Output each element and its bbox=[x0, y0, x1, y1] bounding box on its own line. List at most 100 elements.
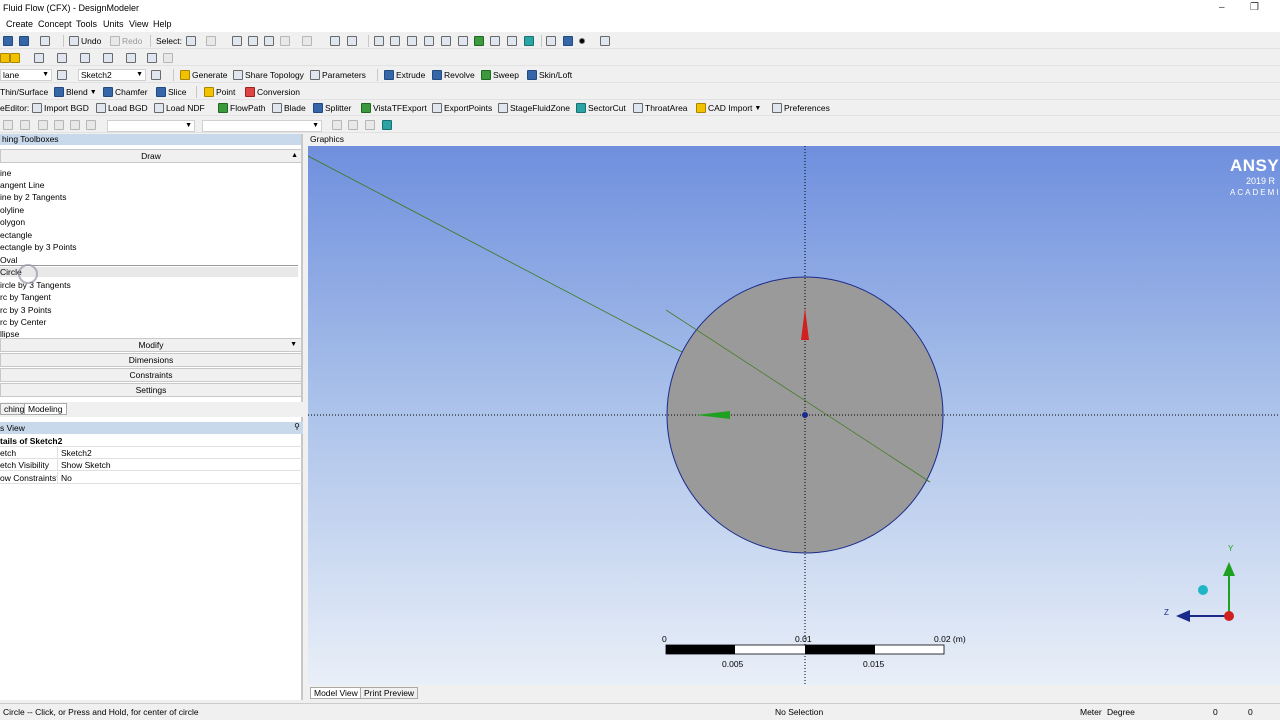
spline-draw-icon[interactable] bbox=[103, 53, 113, 63]
select-face-icon[interactable] bbox=[264, 36, 274, 46]
menu-help[interactable]: Help bbox=[153, 19, 172, 29]
share-topology-button[interactable]: Share Topology bbox=[233, 68, 304, 82]
sweep-button[interactable]: Sweep bbox=[481, 68, 519, 82]
line-draw-icon[interactable] bbox=[34, 53, 44, 63]
draw-section-header[interactable]: Draw ▲ bbox=[0, 149, 302, 163]
menu-tools[interactable]: Tools bbox=[76, 19, 97, 29]
tab-modeling[interactable]: Modeling bbox=[24, 403, 67, 415]
select-mode-icon[interactable] bbox=[186, 36, 196, 46]
new-sketch-icon[interactable] bbox=[151, 70, 161, 80]
stagefluidzone-button[interactable]: StageFluidZone bbox=[498, 101, 570, 115]
chevron-down-icon[interactable]: ▼ bbox=[290, 339, 297, 351]
point-button[interactable]: Point bbox=[204, 85, 235, 99]
status-units[interactable]: Meter bbox=[1080, 707, 1102, 717]
disabled-tool-icon[interactable] bbox=[20, 120, 30, 130]
draw-item-oval[interactable]: Oval bbox=[0, 255, 17, 265]
extend-selection-icon[interactable] bbox=[302, 36, 312, 46]
plane-select[interactable]: lane ▼ bbox=[0, 69, 52, 81]
magnifier-icon[interactable] bbox=[490, 36, 500, 46]
draw-item-circle[interactable]: Circle bbox=[0, 267, 298, 277]
draw-item-rectangle-by-3-points[interactable]: ectangle by 3 Points bbox=[0, 242, 77, 252]
import-bgd-button[interactable]: Import BGD bbox=[32, 101, 89, 115]
new-icon[interactable] bbox=[3, 36, 13, 46]
zoom-out-icon[interactable] bbox=[424, 36, 434, 46]
chevron-up-icon[interactable]: ▲ bbox=[291, 150, 298, 162]
curve-draw-icon[interactable] bbox=[80, 53, 90, 63]
constraints-section-header[interactable]: Constraints bbox=[0, 368, 302, 382]
vistatfexport-button[interactable]: VistaTFExport bbox=[361, 101, 427, 115]
screenshot-icon[interactable] bbox=[40, 36, 50, 46]
load-ndf-button[interactable]: Load NDF bbox=[154, 101, 205, 115]
polyline-draw-icon[interactable] bbox=[126, 53, 136, 63]
details-row-constraints[interactable]: ow Constraints? No bbox=[0, 472, 302, 484]
menu-units[interactable]: Units bbox=[103, 19, 124, 29]
status-angle-units[interactable]: Degree bbox=[1107, 707, 1135, 717]
save-icon[interactable] bbox=[19, 36, 29, 46]
parameters-button[interactable]: Parameters bbox=[310, 68, 366, 82]
sketch-bar-icon[interactable] bbox=[0, 53, 10, 63]
measure-icon[interactable] bbox=[163, 53, 173, 63]
display-model-icon[interactable] bbox=[563, 36, 573, 46]
disabled-tool-icon[interactable] bbox=[38, 120, 48, 130]
disabled-tool-icon[interactable] bbox=[70, 120, 80, 130]
disabled-tool-icon[interactable] bbox=[365, 120, 375, 130]
sketch-canvas[interactable] bbox=[308, 146, 1280, 685]
generate-button[interactable]: Generate bbox=[180, 68, 227, 82]
details-row-sketch[interactable]: etch Sketch2 bbox=[0, 447, 302, 459]
empty-combo-1[interactable]: ▼ bbox=[107, 120, 195, 132]
highlight-icon[interactable] bbox=[10, 53, 20, 63]
load-bgd-button[interactable]: Load BGD bbox=[96, 101, 148, 115]
box-select-icon[interactable] bbox=[330, 36, 340, 46]
circle-center-point[interactable] bbox=[802, 412, 808, 418]
pin-icon[interactable]: ⚲ bbox=[294, 422, 300, 431]
next-view-icon[interactable] bbox=[524, 36, 534, 46]
modify-section-header[interactable]: Modify ▼ bbox=[0, 338, 302, 352]
zoom-in-icon[interactable] bbox=[407, 36, 417, 46]
undo-button[interactable]: Undo bbox=[69, 34, 101, 48]
refresh-icon[interactable] bbox=[382, 120, 392, 130]
previous-view-icon[interactable] bbox=[507, 36, 517, 46]
restore-button[interactable]: ❐ bbox=[1250, 2, 1259, 13]
zoom-to-fit-icon[interactable] bbox=[474, 36, 484, 46]
cad-import-button[interactable]: CAD Import ▼ bbox=[696, 101, 761, 115]
draw-item-line-by-2-tangents[interactable]: ine by 2 Tangents bbox=[0, 192, 66, 202]
tab-print-preview[interactable]: Print Preview bbox=[360, 687, 419, 699]
zoom-fit-icon[interactable] bbox=[458, 36, 468, 46]
draw-item-tangent-line[interactable]: angent Line bbox=[0, 180, 44, 190]
rotate-icon[interactable] bbox=[374, 36, 384, 46]
settings-section-header[interactable]: Settings bbox=[0, 383, 302, 397]
edge-joins-icon[interactable] bbox=[600, 36, 610, 46]
sectorcut-button[interactable]: SectorCut bbox=[576, 101, 626, 115]
new-plane-icon[interactable] bbox=[57, 70, 67, 80]
conversion-button[interactable]: Conversion bbox=[245, 85, 300, 99]
exportpoints-button[interactable]: ExportPoints bbox=[432, 101, 492, 115]
draw-item-circle-by-3-tangents[interactable]: ircle by 3 Tangents bbox=[0, 280, 71, 290]
throatarea-button[interactable]: ThroatArea bbox=[633, 101, 688, 115]
disabled-tool-icon[interactable] bbox=[86, 120, 96, 130]
zoom-box-icon[interactable] bbox=[441, 36, 451, 46]
skin-loft-button[interactable]: Skin/Loft bbox=[527, 68, 572, 82]
isometric-view-icon[interactable] bbox=[546, 36, 556, 46]
display-points-icon[interactable] bbox=[579, 38, 585, 44]
menu-concept[interactable]: Concept bbox=[38, 19, 72, 29]
preferences-button[interactable]: Preferences bbox=[772, 101, 830, 115]
draw-item-polyline[interactable]: olyline bbox=[0, 205, 24, 215]
blade-button[interactable]: Blade bbox=[272, 101, 306, 115]
chamfer-button[interactable]: Chamfer bbox=[103, 85, 148, 99]
disabled-tool-icon[interactable] bbox=[348, 120, 358, 130]
draw-item-rectangle[interactable]: ectangle bbox=[0, 230, 32, 240]
empty-combo-2[interactable]: ▼ bbox=[202, 120, 322, 132]
draw-item-polygon[interactable]: olygon bbox=[0, 217, 25, 227]
extrude-button[interactable]: Extrude bbox=[384, 68, 425, 82]
disabled-tool-icon[interactable] bbox=[54, 120, 64, 130]
splitter-button[interactable]: Splitter bbox=[313, 101, 351, 115]
details-row-visibility[interactable]: etch Visibility Show Sketch bbox=[0, 459, 302, 471]
select-filter-icon[interactable] bbox=[206, 36, 216, 46]
pan-icon[interactable] bbox=[390, 36, 400, 46]
draw-item-line[interactable]: ine bbox=[0, 168, 11, 178]
graphics-viewport[interactable]: ANSYS 2019 R ACADEMI 0 0.01 0.02 (m) 0.0… bbox=[308, 146, 1280, 685]
sketch-select[interactable]: Sketch2 ▼ bbox=[78, 69, 146, 81]
disabled-tool-icon[interactable] bbox=[332, 120, 342, 130]
redo-button[interactable]: Redo bbox=[110, 34, 142, 48]
tab-model-view[interactable]: Model View bbox=[310, 687, 362, 699]
